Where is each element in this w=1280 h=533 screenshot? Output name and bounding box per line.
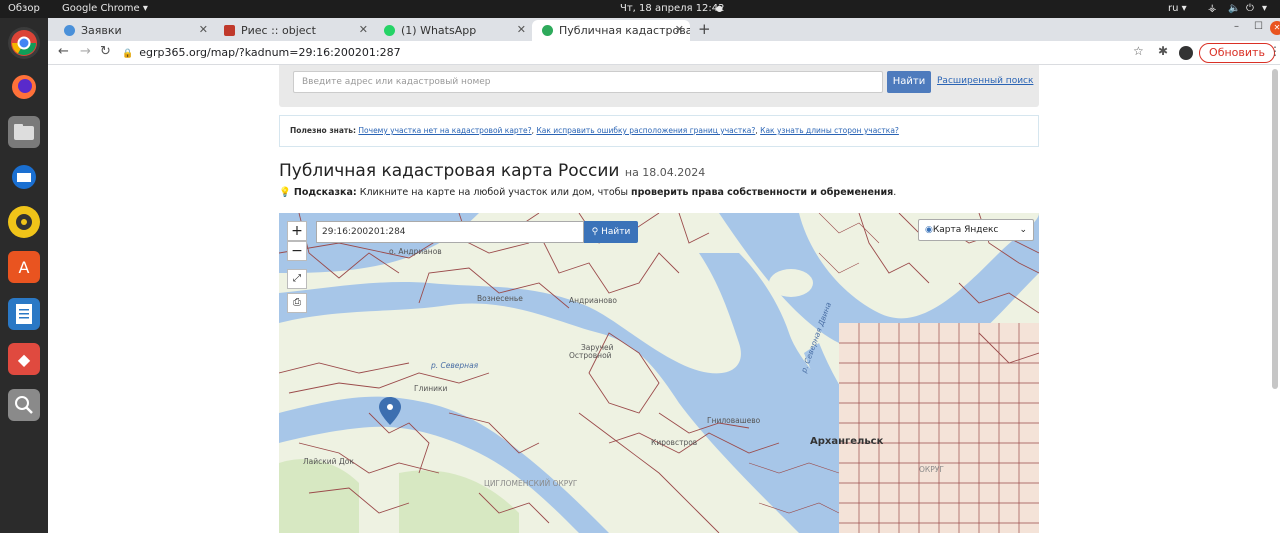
maximize-icon[interactable]: ☐	[1254, 21, 1263, 32]
tab-favicon-icon	[542, 25, 553, 36]
tips-prefix: Полезно знать:	[290, 126, 357, 135]
new-tab-button[interactable]: +	[698, 20, 711, 38]
close-icon[interactable]: ✕	[675, 23, 684, 36]
app-menu[interactable]: Google Chrome ▾	[62, 3, 148, 15]
tab-favicon-icon	[384, 25, 395, 36]
close-icon[interactable]: ✕	[199, 23, 208, 36]
map-layer-label: Карта Яндекс	[932, 225, 999, 235]
back-icon[interactable]: ←	[58, 44, 69, 59]
map-search-button-label: Найти	[601, 227, 631, 237]
tip-link-side-lengths[interactable]: Как узнать длины сторон участка?	[760, 126, 899, 135]
cadastral-number-input[interactable]: 29:16:200201:284	[316, 221, 584, 243]
volume-icon[interactable]: 🔈	[1228, 3, 1240, 15]
print-icon[interactable]: ⎙	[287, 293, 307, 313]
close-icon[interactable]: ✕	[359, 23, 368, 36]
reload-icon[interactable]: ↻	[100, 44, 111, 59]
profile-avatar-icon[interactable]	[1179, 46, 1193, 60]
extensions-icon[interactable]: ✱	[1158, 44, 1168, 58]
tab-favicon-icon	[224, 25, 235, 36]
label-voznesenie: Вознесенье	[477, 294, 523, 303]
search-band: Введите адрес или кадастровый номер Найт…	[279, 65, 1039, 107]
minimize-icon[interactable]: –	[1234, 21, 1239, 32]
text-editor-icon[interactable]	[8, 298, 40, 330]
browser-toolbar: ← → ↻ 🔒 egrp365.org/map/?kadnum=29:16:200…	[48, 41, 1280, 65]
tip-link-missing-parcel[interactable]: Почему участка нет на кадастровой карте?	[358, 126, 531, 135]
map-canvas[interactable]	[279, 213, 1039, 533]
tab-strip: Заявки ✕ Риес :: object ✕ (1) WhatsApp ✕…	[48, 18, 1280, 41]
thunderbird-icon[interactable]	[8, 161, 40, 193]
label-ostrovnoy: Островной	[569, 351, 612, 360]
system-menu-icon[interactable]: ▾	[1262, 3, 1267, 15]
lightbulb-icon: 💡	[279, 187, 291, 198]
label-gliniki: Глиники	[414, 384, 448, 393]
tab-label: (1) WhatsApp	[401, 24, 477, 37]
map-layer-select[interactable]: ◉Карта Яндекс ⌄	[918, 219, 1034, 241]
fullscreen-icon[interactable]: ⤢	[287, 269, 307, 289]
tab-label: Публичная кадастровая	[559, 24, 690, 37]
hint-text: Кликните на карте на любой участок или д…	[359, 187, 629, 198]
hint-end: .	[893, 187, 897, 198]
power-icon[interactable]: ⏻	[1246, 3, 1254, 15]
activities-button[interactable]: Обзор	[8, 3, 40, 15]
search-tool-icon[interactable]	[8, 389, 40, 421]
close-icon[interactable]: ✕	[517, 23, 526, 36]
lock-icon[interactable]: 🔒	[122, 49, 133, 59]
kebab-menu-icon[interactable]: ⋮	[1269, 44, 1280, 58]
tip-link-fix-boundaries[interactable]: Как исправить ошибку расположения границ…	[536, 126, 755, 135]
tab-ries-object[interactable]: Риес :: object ✕	[214, 20, 374, 41]
map-search-button[interactable]: ⚲ Найти	[584, 221, 638, 243]
search-button[interactable]: Найти	[887, 71, 931, 93]
chevron-down-icon: ⌄	[1019, 225, 1027, 235]
tab-zayavki[interactable]: Заявки ✕	[54, 20, 214, 41]
address-search-input[interactable]: Введите адрес или кадастровый номер	[293, 71, 883, 93]
label-arkhangelsk: Архангельск	[810, 436, 884, 447]
hint-line: 💡 Подсказка: Кликните на карте на любой …	[279, 187, 896, 198]
forward-icon[interactable]: →	[80, 44, 91, 59]
tab-favicon-icon	[64, 25, 75, 36]
dock: A ◆	[0, 18, 48, 533]
notification-dot-icon: ●	[716, 4, 723, 13]
label-severnaya: р. Северная	[431, 361, 479, 370]
rhythmbox-icon[interactable]	[8, 206, 40, 238]
firefox-icon[interactable]	[8, 71, 40, 103]
chrome-icon[interactable]	[8, 27, 40, 59]
cadastral-map[interactable]: о. Андрианов Вознесенье Андрианово Заруч…	[279, 213, 1039, 533]
bookmark-star-icon[interactable]: ☆	[1133, 44, 1144, 58]
tab-label: Заявки	[81, 24, 122, 37]
update-button[interactable]: Обновить	[1199, 43, 1275, 63]
window-close-icon[interactable]: ✕	[1270, 21, 1280, 35]
label-andrianovo: Андрианово	[569, 296, 617, 305]
label-okrug: ОКРУГ	[919, 465, 944, 474]
address-bar[interactable]: 🔒 egrp365.org/map/?kadnum=29:16:200201:28…	[122, 43, 1122, 63]
anydesk-icon[interactable]: ◆	[8, 343, 40, 375]
url-text: egrp365.org/map/?kadnum=29:16:200201:287	[139, 46, 401, 59]
language-indicator[interactable]: ru ▾	[1168, 3, 1187, 15]
label-tsiglomen: ЦИГЛОМЕНСКИЙ ОКРУГ	[484, 479, 578, 488]
useful-tips-box: Полезно знать: Почему участка нет на кад…	[279, 115, 1039, 147]
hint-label: Подсказка:	[293, 187, 357, 198]
network-icon[interactable]: ⚶	[1208, 3, 1217, 15]
zoom-out-button[interactable]: −	[287, 241, 307, 261]
label-andrianov: о. Андрианов	[389, 247, 442, 256]
zoom-in-button[interactable]: +	[287, 221, 307, 241]
label-laysky-dok: Лайский Док	[303, 457, 354, 466]
files-icon[interactable]	[8, 116, 40, 148]
software-center-icon[interactable]: A	[8, 251, 40, 283]
page-content: Введите адрес или кадастровый номер Найт…	[48, 65, 1280, 533]
tab-label: Риес :: object	[241, 24, 316, 37]
tab-whatsapp[interactable]: (1) WhatsApp ✕	[374, 20, 532, 41]
page-title-text: Публичная кадастровая карта России	[279, 161, 620, 181]
label-gnilovo: Гниловашево	[707, 416, 761, 425]
tab-cadastral-map[interactable]: Публичная кадастровая ✕	[532, 20, 690, 41]
radio-dot-icon: ◉	[925, 225, 933, 235]
hint-bold: проверить права собственности и обремене…	[631, 187, 894, 198]
system-top-bar: Обзор Google Chrome ▾ Чт, 18 апреля 12:4…	[0, 0, 1280, 18]
magnifier-icon: ⚲	[591, 227, 599, 237]
clock[interactable]: Чт, 18 апреля 12:42	[620, 3, 725, 15]
label-kirostrov: Кировстров	[651, 438, 698, 447]
page-title-date: на 18.04.2024	[624, 166, 706, 179]
page-scrollbar[interactable]	[1272, 69, 1278, 389]
page-title: Публичная кадастровая карта России на 18…	[279, 161, 705, 181]
advanced-search-link[interactable]: Расширенный поиск	[937, 76, 1033, 86]
